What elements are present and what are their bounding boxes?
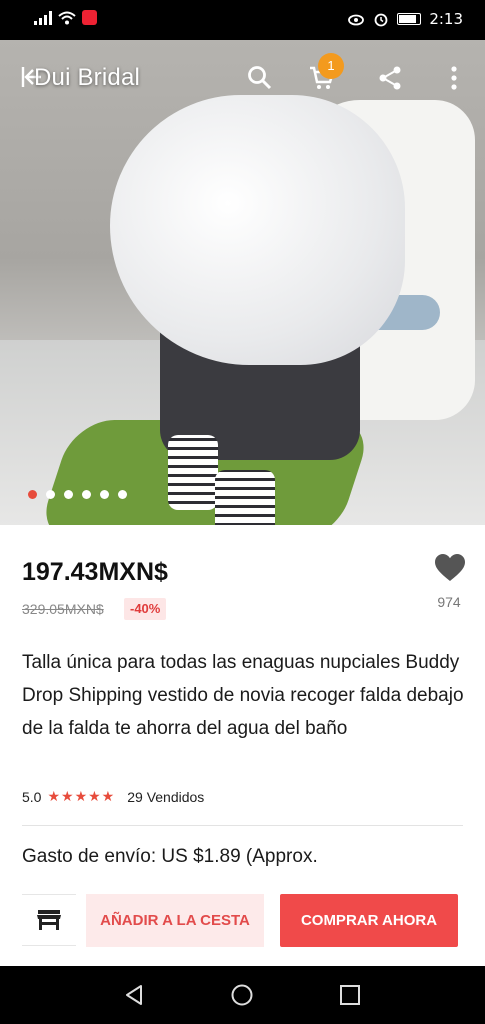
sold-count: 29 Vendidos — [127, 789, 205, 805]
discount-badge: -40% — [124, 598, 167, 620]
gallery-pagination — [28, 490, 127, 499]
more-options-icon[interactable] — [440, 64, 468, 92]
battery-icon — [397, 13, 422, 25]
image-sock-left — [168, 435, 218, 510]
notification-app-icon — [82, 10, 97, 25]
system-nav-bar — [0, 966, 485, 1024]
heart-icon[interactable] — [434, 553, 466, 583]
product-title: Talla única para todas las enaguas nupci… — [22, 652, 464, 739]
gallery-dot[interactable] — [64, 490, 73, 499]
gallery-dot[interactable] — [28, 490, 37, 499]
nav-recents-icon[interactable] — [338, 983, 362, 1007]
status-time: 2:13 — [429, 10, 463, 28]
rating-row[interactable]: 5.0 ★★★★★ 29 Vendidos — [22, 789, 204, 805]
store-button[interactable] — [22, 894, 76, 946]
signal-icon — [34, 10, 52, 25]
gallery-dot[interactable] — [118, 490, 127, 499]
nav-home-icon[interactable] — [230, 983, 254, 1007]
add-to-cart-button[interactable]: AÑADIR A LA CESTA — [86, 894, 264, 947]
share-icon[interactable] — [376, 64, 404, 92]
wishlist-count: 974 — [437, 594, 461, 610]
bottom-action-bar: AÑADIR A LA CESTA COMPRAR AHORA — [0, 876, 485, 966]
original-price: 329.05MXN$ — [22, 601, 104, 617]
gallery-dot[interactable] — [82, 490, 91, 499]
rating-value: 5.0 — [22, 789, 42, 805]
product-price: 197.43MXN$ — [22, 558, 168, 586]
buy-now-button[interactable]: COMPRAR AHORA — [280, 894, 458, 947]
search-icon[interactable] — [246, 64, 274, 92]
image-sock-right — [215, 470, 275, 525]
status-bar: 2:13 — [0, 0, 485, 40]
status-right: 2:13 — [347, 10, 463, 28]
store-icon — [37, 910, 61, 930]
divider — [22, 825, 463, 826]
store-name[interactable]: Dui Bridal — [34, 64, 140, 92]
star-rating-icon: ★★★★★ — [47, 789, 116, 805]
status-left — [34, 10, 97, 25]
shipping-cost[interactable]: Gasto de envío: US $1.89 (Approx. — [22, 846, 318, 868]
product-image[interactable] — [0, 40, 485, 525]
eye-comfort-icon — [348, 14, 365, 26]
top-bar: Dui Bridal — [0, 40, 485, 110]
alarm-icon — [374, 13, 388, 27]
nav-back-icon[interactable] — [122, 983, 146, 1007]
wifi-icon — [58, 11, 76, 24]
gallery-dot[interactable] — [100, 490, 109, 499]
cart-count-badge: 1 — [318, 53, 344, 79]
image-dress — [110, 95, 405, 365]
gallery-dot[interactable] — [46, 490, 55, 499]
